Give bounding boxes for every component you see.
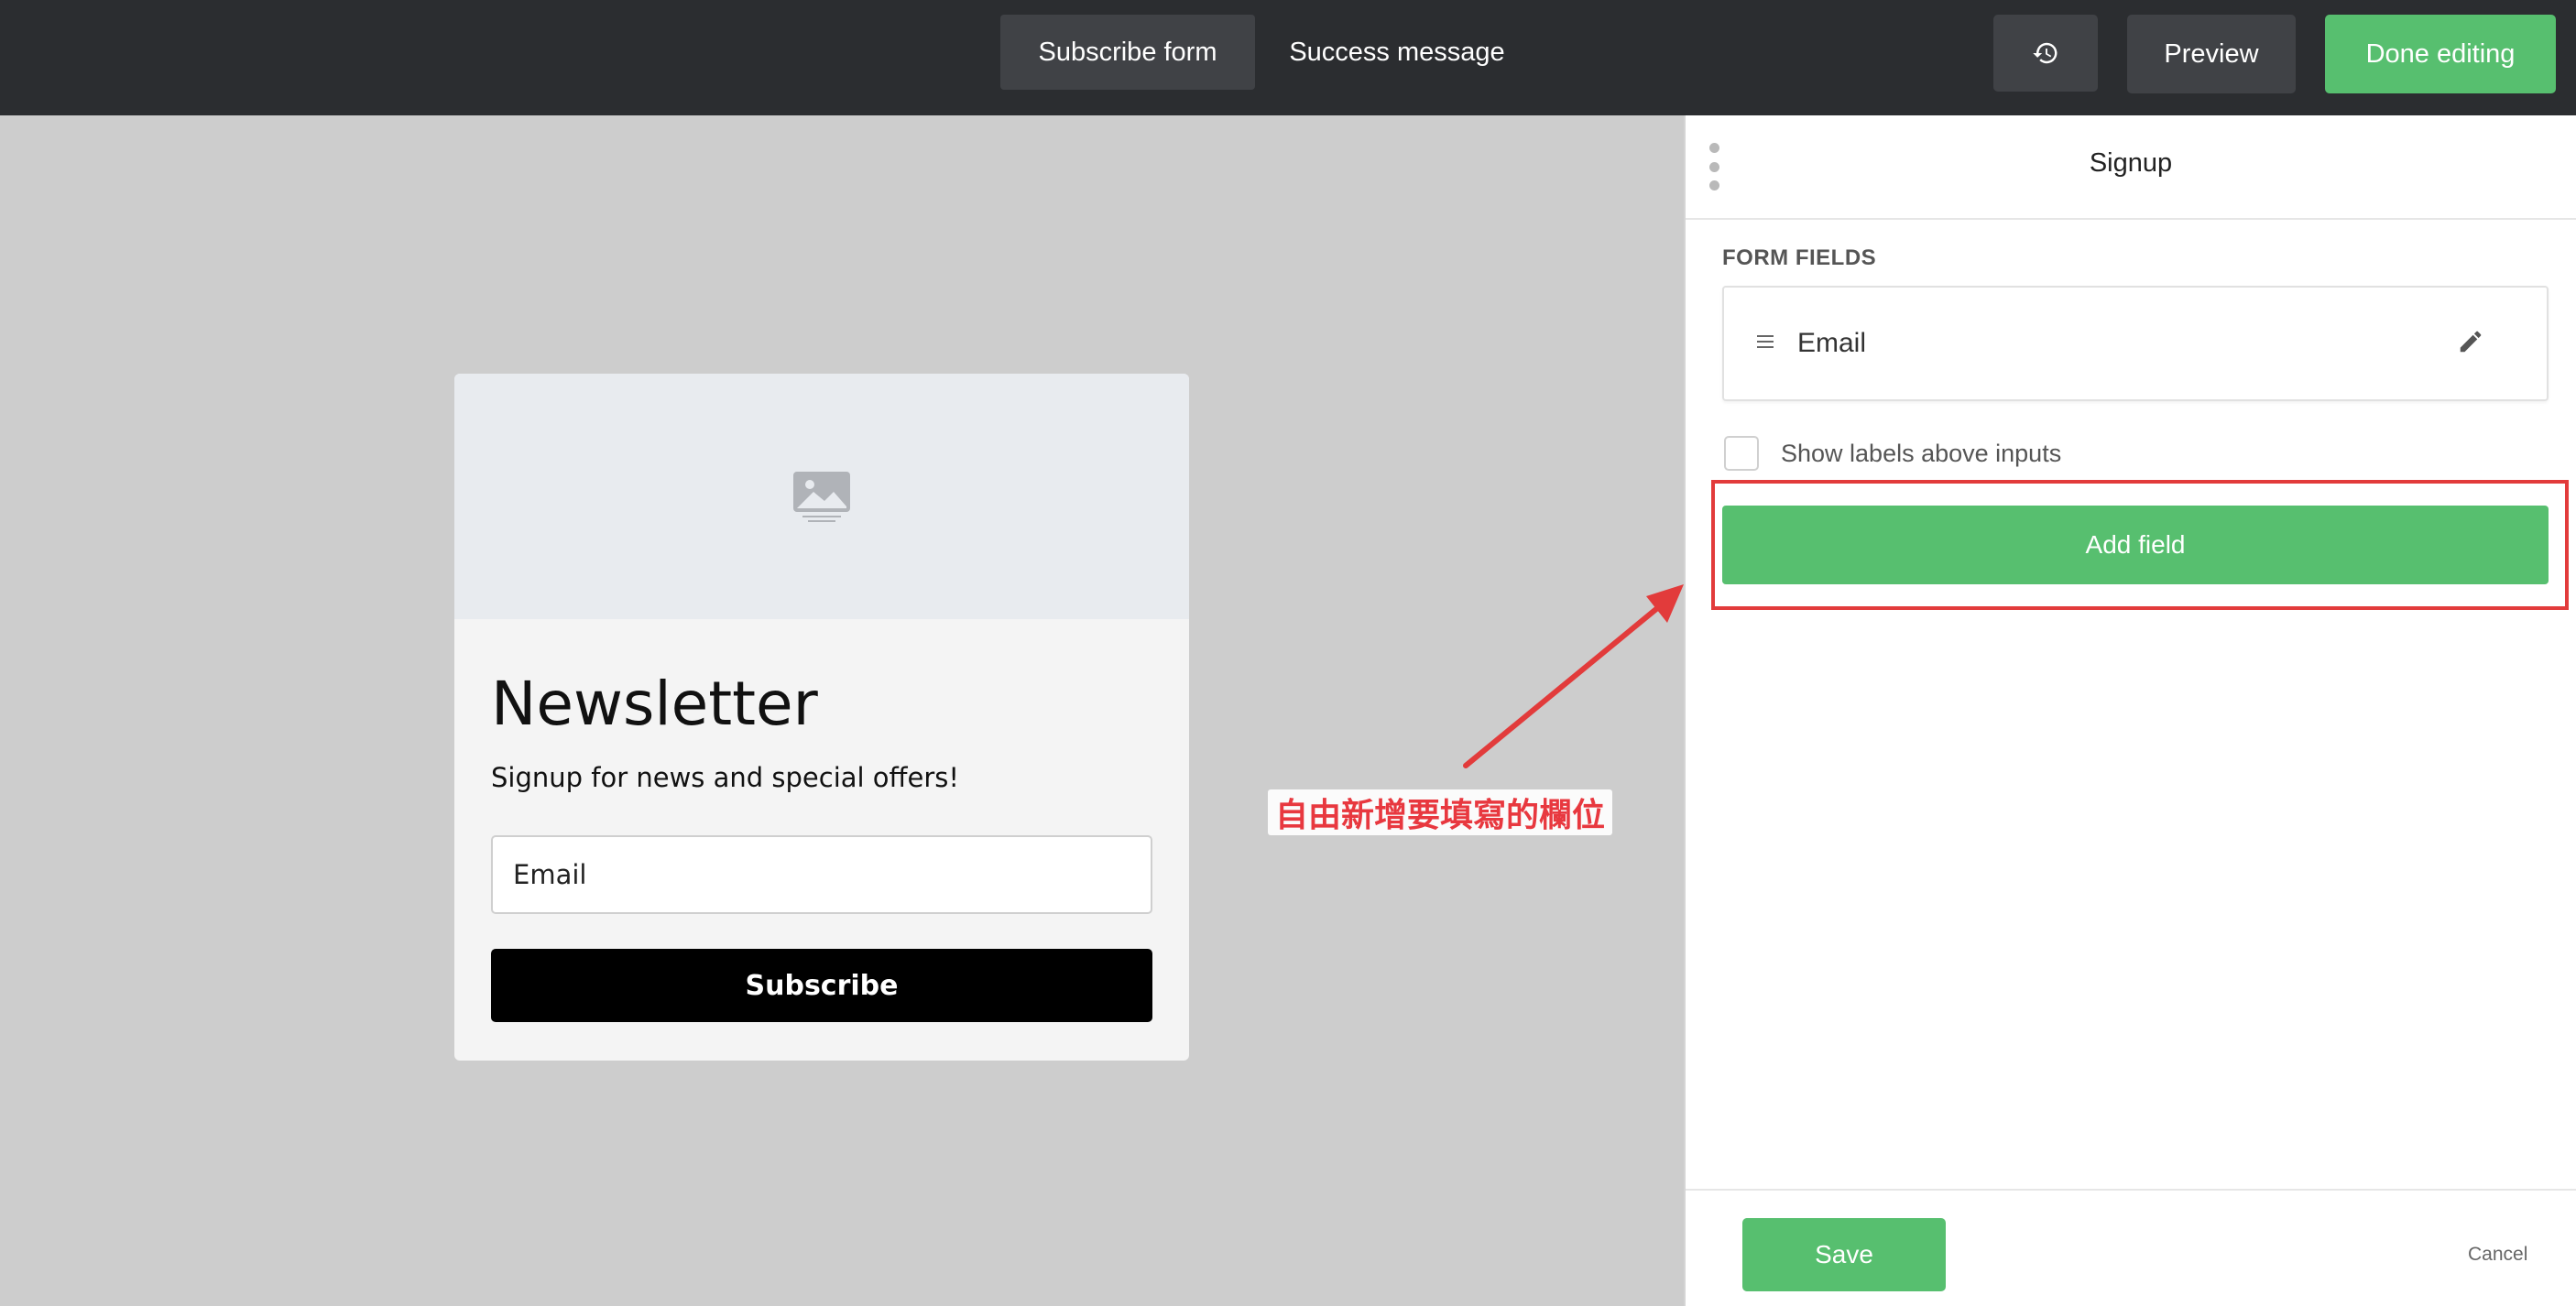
history-icon bbox=[2033, 42, 2058, 64]
annotation-label: 自由新增要填寫的欄位 bbox=[1268, 789, 1613, 835]
pencil-icon[interactable] bbox=[2457, 328, 2484, 355]
field-row-email[interactable]: Email bbox=[1722, 286, 2549, 401]
drag-handle-icon[interactable] bbox=[1757, 335, 1774, 348]
image-placeholder-icon bbox=[793, 472, 850, 522]
cancel-link[interactable]: Cancel bbox=[2468, 1244, 2527, 1266]
image-placeholder[interactable] bbox=[454, 374, 1189, 619]
preview-button[interactable]: Preview bbox=[2127, 15, 2296, 93]
save-button[interactable]: Save bbox=[1742, 1218, 1946, 1291]
show-labels-label[interactable]: Show labels above inputs bbox=[1781, 440, 2061, 468]
form-fields-heading: FORM FIELDS bbox=[1722, 245, 1877, 270]
settings-panel: Signup FORM FIELDS Email Show labels abo… bbox=[1684, 115, 2576, 1306]
field-label: Email bbox=[1797, 328, 1867, 358]
done-editing-button[interactable]: Done editing bbox=[2325, 15, 2556, 93]
top-bar: Subscribe form Success message Preview D… bbox=[0, 0, 2576, 115]
subscribe-button[interactable]: Subscribe bbox=[491, 949, 1152, 1022]
form-subtitle[interactable]: Signup for news and special offers! bbox=[491, 762, 959, 793]
history-button[interactable] bbox=[1993, 15, 2098, 92]
panel-header: Signup bbox=[1686, 115, 2576, 220]
tab-subscribe-form[interactable]: Subscribe form bbox=[1000, 15, 1255, 90]
panel-title: Signup bbox=[2089, 148, 2173, 178]
panel-footer: Save Cancel bbox=[1686, 1189, 2576, 1306]
form-preview-card[interactable]: Newsletter Signup for news and special o… bbox=[454, 374, 1189, 1061]
show-labels-checkbox[interactable] bbox=[1724, 436, 1759, 471]
form-title[interactable]: Newsletter bbox=[491, 669, 818, 739]
tab-success-message[interactable]: Success message bbox=[1273, 15, 1521, 90]
email-input[interactable]: Email bbox=[491, 835, 1152, 914]
add-field-button[interactable]: Add field bbox=[1722, 506, 2549, 584]
